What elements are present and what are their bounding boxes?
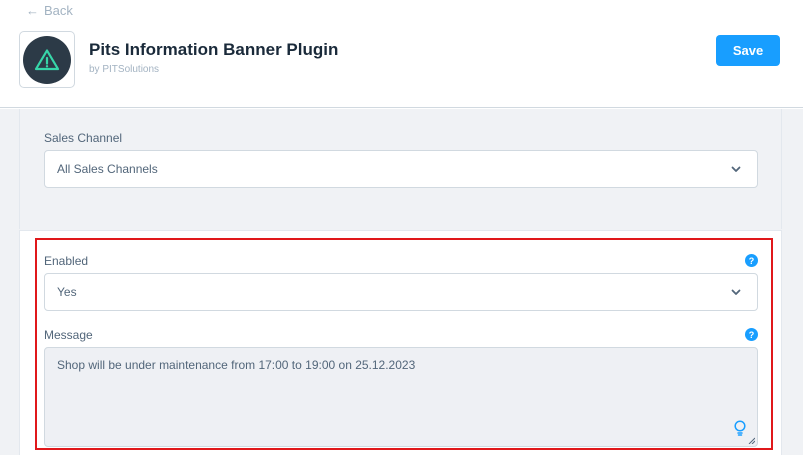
page-title: Pits Information Banner Plugin: [89, 40, 339, 59]
settings-card: Enabled ? Yes Message ? Shop will be und…: [19, 230, 782, 455]
sales-channel-select[interactable]: All Sales Channels: [44, 150, 758, 188]
plugin-icon: [19, 31, 75, 88]
help-icon[interactable]: ?: [745, 254, 758, 267]
enabled-value: Yes: [57, 285, 77, 299]
chevron-down-icon: [731, 166, 741, 172]
plugin-author: by PITSolutions: [89, 64, 160, 75]
help-icon[interactable]: ?: [745, 328, 758, 341]
resize-handle-icon[interactable]: [748, 437, 755, 444]
page-header: ← Back Pits Information Banner Plugin by…: [0, 0, 803, 108]
arrow-left-icon: ←: [26, 3, 39, 18]
back-label: Back: [44, 3, 73, 18]
enabled-label: Enabled: [44, 254, 89, 268]
plugin-icon-circle: [23, 35, 71, 84]
lightbulb-icon[interactable]: [733, 420, 747, 436]
sales-channel-card: Sales Channel All Sales Channels: [19, 109, 782, 229]
sales-channel-value: All Sales Channels: [57, 162, 158, 176]
warning-icon: [34, 48, 60, 70]
save-button[interactable]: Save: [716, 35, 780, 66]
config-content: Sales Channel All Sales Channels Enabled…: [0, 109, 803, 455]
message-value: Shop will be under maintenance from 17:0…: [57, 358, 416, 372]
message-label: Message: [44, 328, 93, 342]
enabled-select[interactable]: Yes: [44, 273, 758, 311]
message-textarea[interactable]: Shop will be under maintenance from 17:0…: [44, 347, 758, 447]
chevron-down-icon: [731, 289, 741, 295]
sales-channel-label: Sales Channel: [44, 131, 123, 145]
back-link[interactable]: ← Back: [26, 3, 73, 18]
